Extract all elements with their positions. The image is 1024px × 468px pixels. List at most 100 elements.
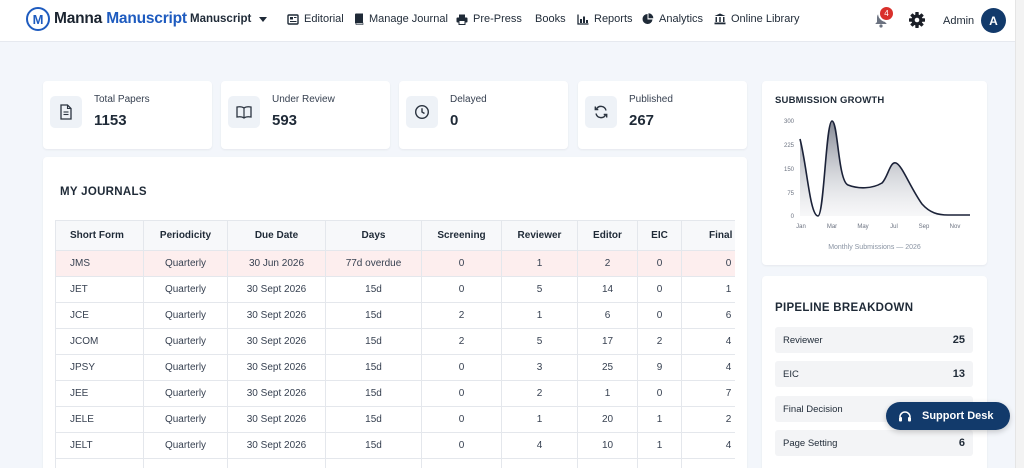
pipeline-label: Final Decision bbox=[783, 404, 843, 415]
avatar[interactable]: A bbox=[981, 8, 1006, 33]
column-header[interactable]: EIC bbox=[637, 220, 682, 251]
stat-value: 267 bbox=[629, 112, 655, 129]
table-cell: 4 bbox=[681, 328, 735, 355]
table-cell: 1 bbox=[577, 380, 638, 407]
nav-item-analytics[interactable]: Analytics bbox=[642, 13, 703, 25]
pipeline-row-page-setting[interactable]: Page Setting 6 bbox=[775, 430, 973, 456]
document-icon bbox=[50, 96, 82, 128]
pipeline-row-reviewer[interactable]: Reviewer 25 bbox=[775, 327, 973, 353]
table-cell: 30 Sept 2026 bbox=[227, 276, 326, 303]
table-cell: 2 bbox=[421, 302, 502, 329]
nav-item-label: Reports bbox=[594, 13, 633, 25]
book-icon bbox=[355, 13, 364, 25]
table-row[interactable]: JET Quarterly 30 Sept 2026 15d 0 5 14 0 1 bbox=[55, 276, 735, 303]
table-cell: 30 Sept 2026 bbox=[227, 302, 326, 329]
table-cell: 1 bbox=[637, 406, 682, 433]
nav-item-pre-press[interactable]: Pre-Press bbox=[456, 13, 522, 25]
x-tick: Jul bbox=[890, 224, 898, 230]
nav-item-manage-journal[interactable]: Manage Journal bbox=[354, 13, 448, 25]
stat-label: Under Review bbox=[272, 94, 335, 105]
table-cell: 30 Sept 2026 bbox=[227, 380, 326, 407]
table-cell: 0 bbox=[421, 354, 502, 381]
table-cell: 10 bbox=[577, 432, 638, 459]
x-tick: May bbox=[857, 224, 868, 230]
table-cell: 1 bbox=[501, 250, 578, 277]
table-cell: JPSY bbox=[55, 354, 144, 381]
x-tick: Mar bbox=[827, 224, 837, 230]
table-cell: 15d bbox=[325, 432, 422, 459]
y-tick: 0 bbox=[791, 214, 795, 220]
table-cell bbox=[55, 458, 144, 468]
brand-logo[interactable]: M Manna Manuscript bbox=[26, 7, 187, 31]
table-cell: 15d bbox=[325, 276, 422, 303]
x-tick: Sep bbox=[919, 224, 930, 230]
table-row[interactable]: JCOM Quarterly 30 Sept 2026 15d 2 5 17 2 4 bbox=[55, 328, 735, 355]
panel-title: PIPELINE BREAKDOWN bbox=[775, 302, 914, 314]
page-scrollbar[interactable] bbox=[1015, 0, 1024, 468]
support-desk-button[interactable]: Support Desk bbox=[886, 402, 1010, 430]
table-cell: Quarterly bbox=[143, 432, 228, 459]
table-cell: Quarterly bbox=[143, 250, 228, 277]
nav-item-online-library[interactable]: Online Library bbox=[714, 13, 799, 25]
table-cell: 9 bbox=[637, 354, 682, 381]
notification-badge: 4 bbox=[878, 5, 895, 22]
nav-manuscript-dropdown[interactable]: Manuscript bbox=[190, 13, 268, 25]
pipeline-label: Reviewer bbox=[783, 335, 823, 346]
column-header[interactable]: Editor bbox=[577, 220, 638, 251]
table-cell bbox=[637, 458, 682, 468]
column-header[interactable]: Short Form bbox=[55, 220, 144, 251]
nav-item-editorial[interactable]: Editorial bbox=[287, 13, 344, 25]
user-name[interactable]: Admin bbox=[943, 15, 974, 27]
stat-card-delayed: Delayed 0 bbox=[399, 81, 568, 149]
library-icon bbox=[714, 13, 726, 25]
table-row[interactable]: JEE Quarterly 30 Sept 2026 15d 0 2 1 0 7 bbox=[55, 380, 735, 407]
stat-value: 1153 bbox=[94, 112, 127, 129]
table-cell: 1 bbox=[637, 432, 682, 459]
table-cell: 2 bbox=[421, 328, 502, 355]
table-cell: 1 bbox=[681, 276, 735, 303]
table-cell: JCOM bbox=[55, 328, 144, 355]
nav-item-label: Editorial bbox=[304, 13, 344, 25]
brand-name: Manna Manuscript bbox=[54, 10, 187, 28]
table-cell: 17 bbox=[577, 328, 638, 355]
stat-value: 0 bbox=[450, 112, 459, 129]
panel-title: MY JOURNALS bbox=[60, 186, 147, 198]
table-cell: 6 bbox=[577, 302, 638, 329]
table-cell: 2 bbox=[637, 328, 682, 355]
table-cell: 2 bbox=[501, 380, 578, 407]
table-row[interactable]: JMS Quarterly 30 Jun 2026 77d overdue 0 1 2 0 0 bbox=[55, 250, 735, 277]
column-header[interactable]: Reviewer bbox=[501, 220, 578, 251]
nav-dropdown-label: Manuscript bbox=[190, 13, 252, 25]
table-cell: 0 bbox=[637, 380, 682, 407]
nav-item-reports[interactable]: Reports bbox=[577, 13, 633, 25]
stat-label: Published bbox=[629, 94, 673, 105]
table-row[interactable]: JELT Quarterly 30 Sept 2026 15d 0 4 10 1 4 bbox=[55, 432, 735, 459]
table-cell bbox=[421, 458, 502, 468]
pipeline-breakdown-panel: PIPELINE BREAKDOWN Reviewer 25 EIC 13 Fi… bbox=[762, 276, 987, 468]
pipeline-value: 6 bbox=[958, 437, 965, 449]
settings-button[interactable] bbox=[908, 11, 926, 34]
table-cell: 2 bbox=[577, 250, 638, 277]
column-header[interactable]: Final Ed bbox=[681, 220, 735, 251]
bar-chart-icon bbox=[577, 14, 589, 25]
nav-item-books[interactable]: Books bbox=[535, 13, 566, 25]
pipeline-row-eic[interactable]: EIC 13 bbox=[775, 361, 973, 387]
table-cell: 30 Sept 2026 bbox=[227, 406, 326, 433]
table-cell: 15d bbox=[325, 380, 422, 407]
table-row[interactable]: JELE Quarterly 30 Sept 2026 15d 0 1 20 1 2 bbox=[55, 406, 735, 433]
table-row[interactable]: JPSY Quarterly 30 Sept 2026 15d 0 3 25 9 4 bbox=[55, 354, 735, 381]
column-header[interactable]: Periodicity bbox=[143, 220, 228, 251]
table-cell: Quarterly bbox=[143, 354, 228, 381]
journals-table-scroll[interactable]: Short Form Periodicity Due Date Days Scr… bbox=[55, 220, 735, 468]
table-cell: 15d bbox=[325, 406, 422, 433]
table-cell: Quarterly bbox=[143, 302, 228, 329]
column-header[interactable]: Due Date bbox=[227, 220, 326, 251]
column-header[interactable]: Days bbox=[325, 220, 422, 251]
table-row[interactable]: JCE Quarterly 30 Sept 2026 15d 2 1 6 0 6 bbox=[55, 302, 735, 329]
stat-label: Total Papers bbox=[94, 94, 150, 105]
pipeline-label: Page Setting bbox=[783, 438, 838, 449]
column-header[interactable]: Screening bbox=[421, 220, 502, 251]
table-cell: 0 bbox=[637, 302, 682, 329]
table-cell: 30 Sept 2026 bbox=[227, 354, 326, 381]
table-row[interactable] bbox=[55, 458, 735, 468]
